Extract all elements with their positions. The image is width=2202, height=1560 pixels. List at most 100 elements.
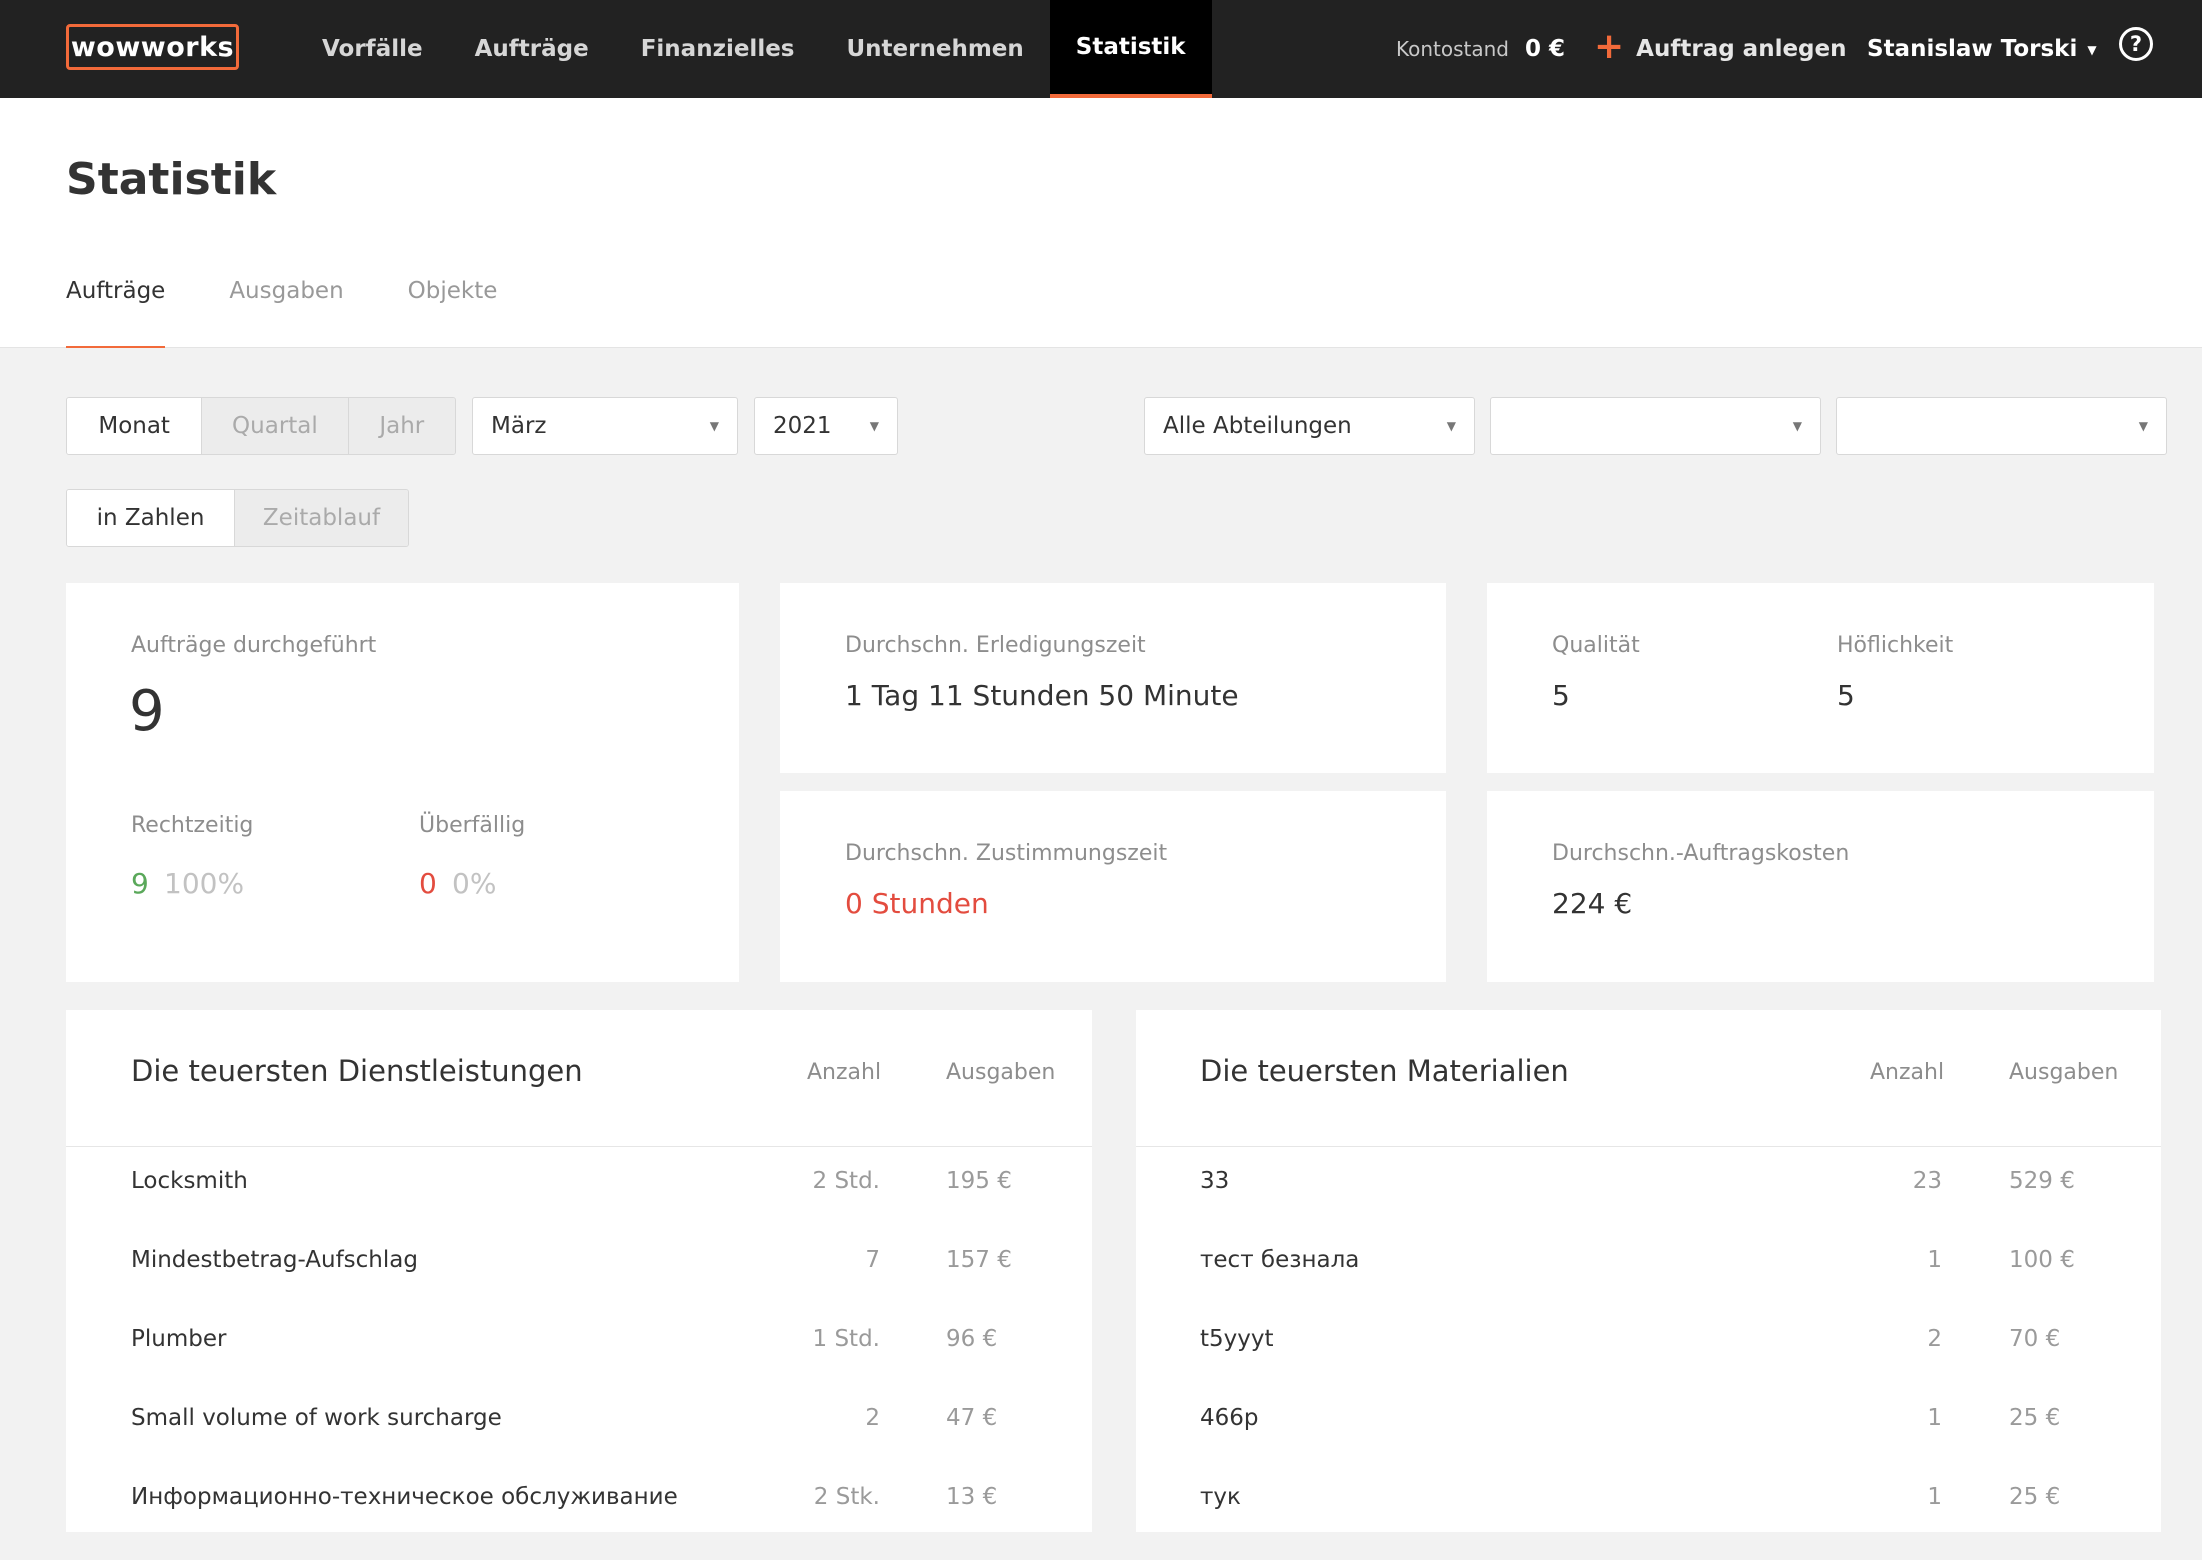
service-cost: 13 € [946,1484,998,1510]
period-quarter-button[interactable]: Quartal [201,398,348,454]
top-navbar: wowworks Vorfälle Aufträge Finanzielles … [0,0,2202,98]
period-year-button[interactable]: Jahr [347,398,455,454]
balance-value: 0 € [1525,36,1566,62]
avg-approval-label: Durchschn. Zustimmungszeit [845,841,1168,866]
material-qty: 1 [1927,1484,1942,1510]
wowworks-logo[interactable]: wowworks [66,24,239,70]
view-timeline-button[interactable]: Zeitablauf [234,490,408,546]
filter-select-2[interactable]: ▼ [1490,397,1821,455]
filter-select-3[interactable]: ▼ [1836,397,2167,455]
service-qty: 2 [865,1405,880,1431]
table-row[interactable]: 33 23 529 € [1136,1146,2161,1225]
tab-ausgaben[interactable]: Ausgaben [229,278,343,348]
table-row[interactable]: тест безнала 1 100 € [1136,1225,2161,1304]
service-qty: 2 Std. [812,1168,880,1194]
table-row[interactable]: Small volume of work surcharge 2 47 € [66,1383,1092,1462]
create-order-label: Auftrag anlegen [1636,36,1847,62]
ontime-label: Rechtzeitig [131,813,254,838]
avg-cost-label: Durchschn.-Auftragskosten [1552,841,1850,866]
table-row[interactable]: Plumber 1 Std. 96 € [66,1304,1092,1383]
department-select[interactable]: Alle Abteilungen ▼ [1144,397,1475,455]
year-select[interactable]: 2021 ▼ [754,397,898,455]
dropdown-arrow-icon: ▼ [709,419,719,433]
material-cost: 529 € [2009,1168,2075,1194]
service-name: Locksmith [131,1168,248,1194]
materials-col-cost: Ausgaben [2009,1060,2119,1085]
overdue-label: Überfällig [419,813,526,838]
view-numbers-button[interactable]: in Zahlen [67,490,235,546]
avg-completion-value: 1 Tag 11 Stunden 50 Minute [845,679,1239,712]
avg-cost-value: 224 € [1552,887,1633,920]
nav-item-statistik[interactable]: Statistik [1049,0,1212,98]
plus-icon: + [1594,26,1625,67]
tab-auftraege[interactable]: Aufträge [66,278,166,348]
dropdown-arrow-icon: ▼ [1446,419,1456,433]
department-select-value: Alle Abteilungen [1163,413,1352,439]
avg-approval-card: Durchschn. Zustimmungszeit 0 Stunden [780,791,1446,982]
quality-value: 5 [1552,679,1570,712]
services-col-qty: Anzahl [807,1060,882,1085]
table-row[interactable]: тук 1 25 € [1136,1462,2161,1541]
overdue-percent: 0% [452,867,497,900]
avg-completion-card: Durchschn. Erledigungszeit 1 Tag 11 Stun… [780,583,1446,773]
politeness-value: 5 [1837,679,1855,712]
nav-item-auftraege[interactable]: Aufträge [449,0,615,98]
period-month-button[interactable]: Monat [67,398,202,454]
user-name: Stanislaw Torski [1867,36,2078,62]
material-name: тест безнала [1200,1247,1360,1273]
service-cost: 96 € [946,1326,998,1352]
avg-cost-card: Durchschn.-Auftragskosten 224 € [1487,791,2154,982]
account-balance: Kontostand 0 € [1396,0,1565,98]
orders-done-card: Aufträge durchgeführt 9 Rechtzeitig 9 10… [66,583,739,982]
ontime-count: 9 [131,867,149,900]
material-name: 33 [1200,1168,1230,1194]
service-cost: 195 € [946,1168,1012,1194]
material-qty: 23 [1912,1168,1942,1194]
avg-completion-label: Durchschn. Erledigungszeit [845,633,1146,658]
materials-col-qty: Anzahl [1870,1060,1945,1085]
services-col-cost: Ausgaben [946,1060,1056,1085]
material-cost: 25 € [2009,1405,2061,1431]
help-icon[interactable]: ? [2119,27,2153,61]
month-select[interactable]: März ▼ [472,397,738,455]
service-name: Plumber [131,1326,227,1352]
nav-item-unternehmen[interactable]: Unternehmen [821,0,1050,98]
material-qty: 1 [1927,1405,1942,1431]
balance-label: Kontostand [1396,37,1509,61]
table-row[interactable]: Mindestbetrag-Aufschlag 7 157 € [66,1225,1092,1304]
material-qty: 2 [1927,1326,1942,1352]
table-row[interactable]: 466р 1 25 € [1136,1383,2161,1462]
material-name: тук [1200,1484,1241,1510]
orders-done-value: 9 [129,679,165,744]
material-qty: 1 [1927,1247,1942,1273]
material-name: t5yyyt [1200,1326,1274,1352]
material-name: 466р [1200,1405,1259,1431]
service-qty: 1 Std. [812,1326,880,1352]
user-menu[interactable]: Stanislaw Torski ▼ [1867,0,2097,98]
table-row[interactable]: t5yyyt 2 70 € [1136,1304,2161,1383]
avg-approval-value: 0 Stunden [845,887,989,920]
service-cost: 157 € [946,1247,1012,1273]
page-title: Statistik [66,154,277,205]
create-order-button[interactable]: + Auftrag anlegen [1594,0,1847,98]
politeness-label: Höflichkeit [1837,633,1954,658]
dropdown-arrow-icon: ▼ [1792,419,1802,433]
dropdown-arrow-icon: ▼ [2138,419,2148,433]
service-cost: 47 € [946,1405,998,1431]
table-row[interactable]: Информационно-техническое обслуживание 2… [66,1462,1092,1541]
period-switch: Monat Quartal Jahr [66,397,456,455]
tab-objekte[interactable]: Objekte [408,278,498,348]
month-select-value: März [491,413,547,439]
table-row[interactable]: Locksmith 2 Std. 195 € [66,1146,1092,1225]
material-cost: 70 € [2009,1326,2061,1352]
nav-item-vorfaelle[interactable]: Vorfälle [296,0,449,98]
service-name: Small volume of work surcharge [131,1405,502,1431]
nav-item-finanzielles[interactable]: Finanzielles [615,0,821,98]
materials-table: Die teuersten Materialien Anzahl Ausgabe… [1136,1010,2161,1532]
view-switch: in Zahlen Zeitablauf [66,489,409,547]
overdue-count: 0 [419,867,437,900]
page-header: Statistik Aufträge Ausgaben Objekte [0,98,2202,348]
rating-card: Qualität 5 Höflichkeit 5 [1487,583,2154,773]
caret-down-icon: ▼ [2087,43,2097,57]
materials-table-title: Die teuersten Materialien [1200,1054,1569,1088]
